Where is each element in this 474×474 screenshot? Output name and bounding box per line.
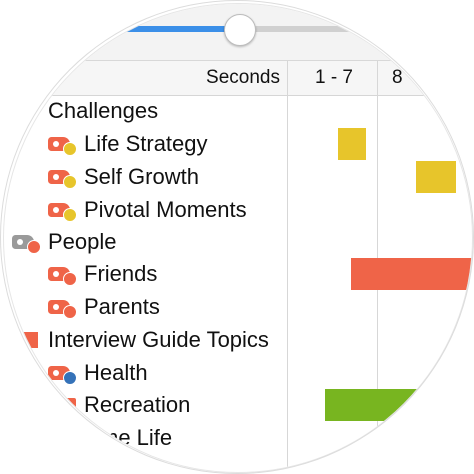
coded-segment-bar[interactable] [416, 161, 456, 193]
code-label: Recreation [84, 392, 191, 417]
color-dot [63, 305, 77, 319]
column-header-1-7[interactable]: 1 - 7 [290, 61, 378, 95]
code-row[interactable]: Health [4, 357, 472, 389]
code-label: Challenges [48, 98, 159, 123]
tag-hole [53, 141, 59, 147]
code-label: nships [104, 459, 162, 473]
color-dot [63, 208, 77, 222]
code-tag-icon [48, 137, 77, 156]
code-row[interactable]: Pivotal Moments [4, 194, 472, 226]
code-tag-icon [48, 170, 77, 189]
code-row[interactable]: Life Strategy [4, 128, 472, 160]
code-color-square [60, 398, 76, 414]
code-row[interactable]: Challenges [4, 95, 472, 127]
code-row[interactable]: Interview Guide Topics [4, 324, 472, 356]
code-label: Pivotal Moments [84, 197, 247, 222]
color-dot [63, 175, 77, 189]
code-row[interactable]: me Life [4, 422, 472, 454]
code-row[interactable]: People [4, 226, 472, 258]
code-label: me Life [100, 425, 173, 450]
tag-hole [53, 370, 59, 376]
seconds-header: Seconds [206, 67, 280, 88]
coded-segment-bar[interactable] [338, 128, 366, 160]
code-label: Life Strategy [84, 131, 208, 156]
timeline-viewer: Seconds 1 - 7 8 Challenges Life Strategy S… [0, 0, 474, 474]
tag-hole [53, 174, 59, 180]
tag-hole [17, 239, 23, 245]
color-dot [63, 272, 77, 286]
code-tag-icon [48, 366, 77, 385]
group-color-square [22, 332, 38, 348]
code-row[interactable]: nships [4, 454, 472, 473]
circular-viewport: Seconds 1 - 7 8 Challenges Life Strategy S… [3, 3, 473, 473]
timeline-header: Seconds 1 - 7 8 [4, 61, 472, 96]
coded-segment-bar[interactable] [325, 389, 465, 421]
tag-hole [53, 207, 59, 213]
code-label: Health [84, 360, 148, 385]
zoom-slider-fill [44, 26, 244, 32]
code-tag-icon [48, 203, 77, 222]
coded-segment-bar[interactable] [351, 258, 472, 290]
toolbar [4, 4, 472, 61]
color-dot [27, 240, 41, 254]
tag-hole [53, 271, 59, 277]
code-label: Friends [84, 261, 158, 286]
code-row[interactable]: Self Growth [4, 161, 472, 193]
column-header-8[interactable]: 8 [380, 61, 432, 95]
color-dot [63, 371, 77, 385]
code-tag-icon [48, 267, 77, 286]
color-dot [63, 142, 77, 156]
code-label: Interview Guide Topics [48, 327, 269, 352]
code-label: People [48, 229, 117, 254]
tag-hole [53, 304, 59, 310]
code-tag-icon [12, 235, 41, 254]
zoom-slider-thumb[interactable] [224, 14, 256, 46]
code-label: Self Growth [84, 164, 199, 189]
zoom-slider[interactable] [44, 14, 472, 46]
code-label: Parents [84, 294, 160, 319]
code-row[interactable]: Parents [4, 291, 472, 323]
code-tag-icon [48, 300, 77, 319]
